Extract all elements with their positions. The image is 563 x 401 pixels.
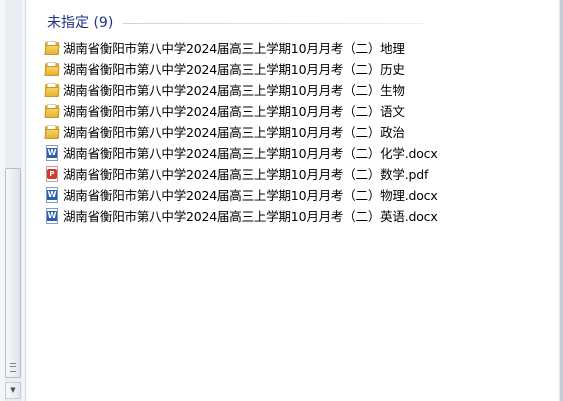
file-list-item[interactable]: 湖南省衡阳市第八中学2024届高三上学期10月月考（二）语文 bbox=[44, 100, 438, 121]
folder-icon bbox=[44, 61, 60, 77]
scroll-down-button[interactable]: ▼ bbox=[5, 382, 21, 399]
group-header[interactable]: 未指定 (9) bbox=[47, 12, 425, 32]
file-list-item[interactable]: 湖南省衡阳市第八中学2024届高三上学期10月月考（二）生物 bbox=[44, 79, 438, 100]
file-list-item[interactable]: 湖南省衡阳市第八中学2024届高三上学期10月月考（二）历史 bbox=[44, 58, 438, 79]
file-list-item[interactable]: W 湖南省衡阳市第八中学2024届高三上学期10月月考（二）化学.docx bbox=[44, 142, 438, 163]
file-name: 湖南省衡阳市第八中学2024届高三上学期10月月考（二）地理 bbox=[63, 41, 405, 56]
folder-icon bbox=[44, 124, 60, 140]
file-list-item[interactable]: 湖南省衡阳市第八中学2024届高三上学期10月月考（二）地理 bbox=[44, 37, 438, 58]
file-list-item[interactable]: W 湖南省衡阳市第八中学2024届高三上学期10月月考（二）英语.docx bbox=[44, 205, 438, 226]
word-doc-icon: W bbox=[44, 186, 60, 203]
file-name: 湖南省衡阳市第八中学2024届高三上学期10月月考（二）化学.docx bbox=[63, 146, 438, 161]
group-divider-line bbox=[123, 23, 425, 24]
file-name: 湖南省衡阳市第八中学2024届高三上学期10月月考（二）物理.docx bbox=[63, 188, 438, 203]
file-name: 湖南省衡阳市第八中学2024届高三上学期10月月考（二）生物 bbox=[63, 83, 405, 98]
file-name: 湖南省衡阳市第八中学2024届高三上学期10月月考（二）英语.docx bbox=[63, 209, 438, 224]
pdf-icon: P bbox=[44, 165, 60, 182]
file-name: 湖南省衡阳市第八中学2024届高三上学期10月月考（二）历史 bbox=[63, 62, 405, 77]
scrollbar-thumb[interactable] bbox=[5, 168, 21, 378]
file-list-item[interactable]: P 湖南省衡阳市第八中学2024届高三上学期10月月考（二）数学.pdf bbox=[44, 163, 438, 184]
file-name: 湖南省衡阳市第八中学2024届高三上学期10月月考（二）政治 bbox=[63, 125, 405, 140]
file-name: 湖南省衡阳市第八中学2024届高三上学期10月月考（二）语文 bbox=[63, 104, 405, 119]
folder-icon bbox=[44, 40, 60, 56]
file-list-item[interactable]: W 湖南省衡阳市第八中学2024届高三上学期10月月考（二）物理.docx bbox=[44, 184, 438, 205]
navigation-pane: ▼ bbox=[0, 0, 25, 401]
file-name: 湖南省衡阳市第八中学2024届高三上学期10月月考（二）数学.pdf bbox=[63, 167, 429, 182]
word-doc-icon: W bbox=[44, 207, 60, 224]
file-list-item[interactable]: 湖南省衡阳市第八中学2024届高三上学期10月月考（二）政治 bbox=[44, 121, 438, 142]
chevron-down-icon: ▼ bbox=[10, 386, 16, 394]
pane-divider[interactable] bbox=[25, 0, 26, 401]
file-list: 湖南省衡阳市第八中学2024届高三上学期10月月考（二）地理 湖南省衡阳市第八中学… bbox=[44, 37, 438, 226]
group-title: 未指定 (9) bbox=[47, 15, 114, 31]
scrollbar-grip-icon bbox=[10, 363, 16, 372]
folder-icon bbox=[44, 103, 60, 119]
word-doc-icon: W bbox=[44, 144, 60, 161]
folder-icon bbox=[44, 82, 60, 98]
